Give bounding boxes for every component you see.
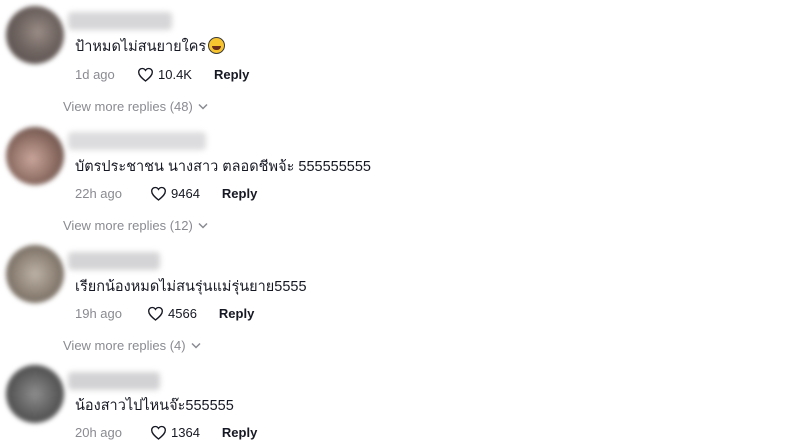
like-button[interactable]: 4566 [147,306,197,321]
username-blurred[interactable] [68,12,172,30]
like-count: 9464 [171,185,200,201]
avatar[interactable] [6,127,64,185]
heart-icon [147,306,164,321]
like-button[interactable]: 1364 [150,425,200,440]
avatar[interactable] [6,365,64,423]
like-count: 1364 [171,424,200,440]
comment-text: ป้าหมดไม่สนยายใคร [75,37,226,57]
like-button[interactable]: 9464 [150,186,200,201]
reply-button[interactable]: Reply [222,425,257,440]
comment-timestamp: 20h ago [75,424,122,440]
view-more-label: View more replies (48) [63,99,193,114]
like-count: 10.4K [158,66,192,82]
comment-text-content: ป้าหมดไม่สนยายใคร [75,39,207,55]
chevron-down-icon [191,342,201,349]
avatar[interactable] [6,6,64,64]
comment-text: น้องสาวไปไหนจ๊ะ555555 [75,398,234,414]
chevron-down-icon [198,103,208,110]
reply-button[interactable]: Reply [219,306,254,321]
like-count: 4566 [168,305,197,321]
avatar[interactable] [6,245,64,303]
comment-timestamp: 19h ago [75,305,122,321]
username-blurred[interactable] [68,372,160,390]
comment-meta: 22h ago 9464 Reply [75,184,257,202]
chevron-down-icon [198,222,208,229]
username-blurred[interactable] [68,132,206,150]
laughing-face-emoji-icon [208,37,226,54]
username-blurred[interactable] [68,252,160,270]
view-more-replies-button[interactable]: View more replies (12) [63,218,208,233]
comment-timestamp: 22h ago [75,185,122,201]
reply-button[interactable]: Reply [214,67,249,82]
heart-icon [150,186,167,201]
heart-icon [150,425,167,440]
comment-meta: 19h ago 4566 Reply [75,304,254,322]
comment-timestamp: 1d ago [75,66,115,82]
view-more-label: View more replies (4) [63,338,186,353]
view-more-replies-button[interactable]: View more replies (48) [63,99,208,114]
comment-meta: 1d ago 10.4K Reply [75,65,249,83]
reply-button[interactable]: Reply [222,186,257,201]
comment-meta: 20h ago 1364 Reply [75,423,257,441]
heart-icon [137,67,154,82]
like-button[interactable]: 10.4K [137,67,192,82]
comment-text: เรียกน้องหมดไม่สนรุ่นแม่รุ่นยาย5555 [75,279,307,295]
view-more-label: View more replies (12) [63,218,193,233]
comment-section: ป้าหมดไม่สนยายใคร 1d ago 10.4K Reply Vie… [0,0,800,448]
comment-text: บัตรประชาชน นางสาว ตลอดชีพจ้ะ 555555555 [75,159,371,175]
view-more-replies-button[interactable]: View more replies (4) [63,338,201,353]
